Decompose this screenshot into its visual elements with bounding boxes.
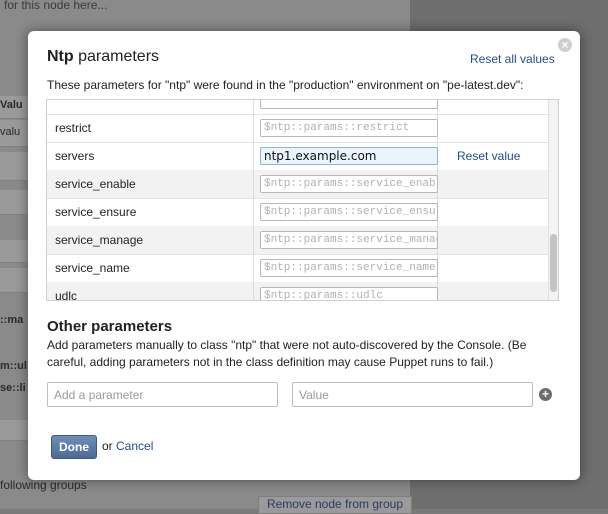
background-strip [0,268,30,293]
remove-node-button[interactable]: Remove node from group [258,496,412,514]
background-label: se::li [0,382,26,394]
add-icon[interactable]: + [539,388,552,401]
param-value-input[interactable]: $ntp::params::service_ensure [260,203,438,221]
param-value-input[interactable]: $ntp::params::restrict [260,119,438,137]
other-parameters-description: Add parameters manually to class "ntp" t… [47,338,527,369]
param-value-input[interactable]: $ntp::params::service_manage [260,231,438,249]
scrollbar-thumb[interactable] [550,234,557,292]
parameters-table: restrict $ntp::params::restrict servers … [46,99,559,301]
param-name-cell: servers [47,142,254,170]
ntp-parameters-dialog: × Ntp parameters Reset all values These … [28,31,580,480]
background-strip [0,190,30,215]
background-strip [0,152,30,181]
table-row: service_manage $ntp::params::service_man… [47,226,548,255]
param-name: service_manage [55,233,144,247]
title-suffix: parameters [73,48,160,65]
param-value-cell: $ntp::params::service_enable [254,170,438,198]
param-value-cell: ntp1.example.com [254,142,438,170]
table-row: service_ensure $ntp::params::service_ens… [47,198,548,227]
background-label: valu [0,126,21,138]
dialog-title: Ntp parameters [47,48,159,66]
table-row: udlc $ntp::params::udlc [47,282,548,301]
param-name: udlc [55,289,78,301]
table-row: service_enable $ntp::params::service_ena… [47,170,548,199]
background-following-groups: following groups [0,478,87,492]
background-label: m::ul [0,360,27,372]
param-reset-cell [438,100,548,114]
param-name-cell: service_enable [47,170,254,198]
param-reset-cell [438,198,548,226]
param-value-cell: $ntp::params::restrict [254,114,438,142]
param-name: service_enable [55,177,136,191]
table-row: service_name $ntp::params::service_name [47,254,548,283]
found-parameters-text: These parameters for "ntp" were found in… [47,78,524,92]
cancel-link[interactable]: Cancel [116,439,153,453]
param-value-cell [254,100,438,114]
other-parameters-heading: Other parameters [47,318,173,335]
param-value-cell: $ntp::params::service_manage [254,226,438,254]
table-row: restrict $ntp::params::restrict [47,114,548,143]
param-value-cell: $ntp::params::service_name [254,254,438,282]
param-name: servers [55,149,95,163]
param-reset-cell [438,226,548,254]
parameter-value-input[interactable]: Value [292,382,533,407]
param-name-cell [47,100,254,114]
close-icon[interactable]: × [558,38,572,52]
background-strip [0,240,30,263]
background-label: ::ma [0,314,24,326]
param-name: service_ensure [55,205,137,219]
done-button[interactable]: Done [51,435,97,459]
param-reset-cell [438,282,548,300]
param-reset-cell [438,170,548,198]
table-scrollbar[interactable] [548,100,558,300]
param-value-cell: $ntp::params::udlc [254,282,438,300]
background-top-text: for this node here... [4,0,108,12]
param-reset-cell [438,114,548,142]
param-name: restrict [55,121,91,135]
param-value-cell: $ntp::params::service_ensure [254,198,438,226]
param-reset-cell: Reset value [438,142,548,170]
param-value-input[interactable] [260,100,438,109]
param-value-input[interactable]: $ntp::params::service_enable [260,175,438,193]
or-text: or [102,439,113,453]
param-value-input[interactable]: $ntp::params::service_name [260,259,438,277]
param-name: service_name [55,261,130,275]
param-name-cell: service_name [47,254,254,282]
param-value-input[interactable]: ntp1.example.com [260,147,438,165]
background-strip [0,420,30,441]
param-name-cell: service_ensure [47,198,254,226]
reset-all-values-link[interactable]: Reset all values [470,52,555,66]
title-class-name: Ntp [47,48,74,65]
param-reset-cell [438,254,548,282]
param-name-cell: udlc [47,282,254,301]
add-parameter-input[interactable]: Add a parameter [47,382,278,407]
table-row: servers ntp1.example.com Reset value [47,142,548,171]
param-name-cell: service_manage [47,226,254,254]
param-value-input[interactable]: $ntp::params::udlc [260,287,438,300]
background-label: Valu [0,99,23,111]
table-row [47,100,548,115]
reset-value-link[interactable]: Reset value [457,149,520,163]
param-name-cell: restrict [47,114,254,142]
